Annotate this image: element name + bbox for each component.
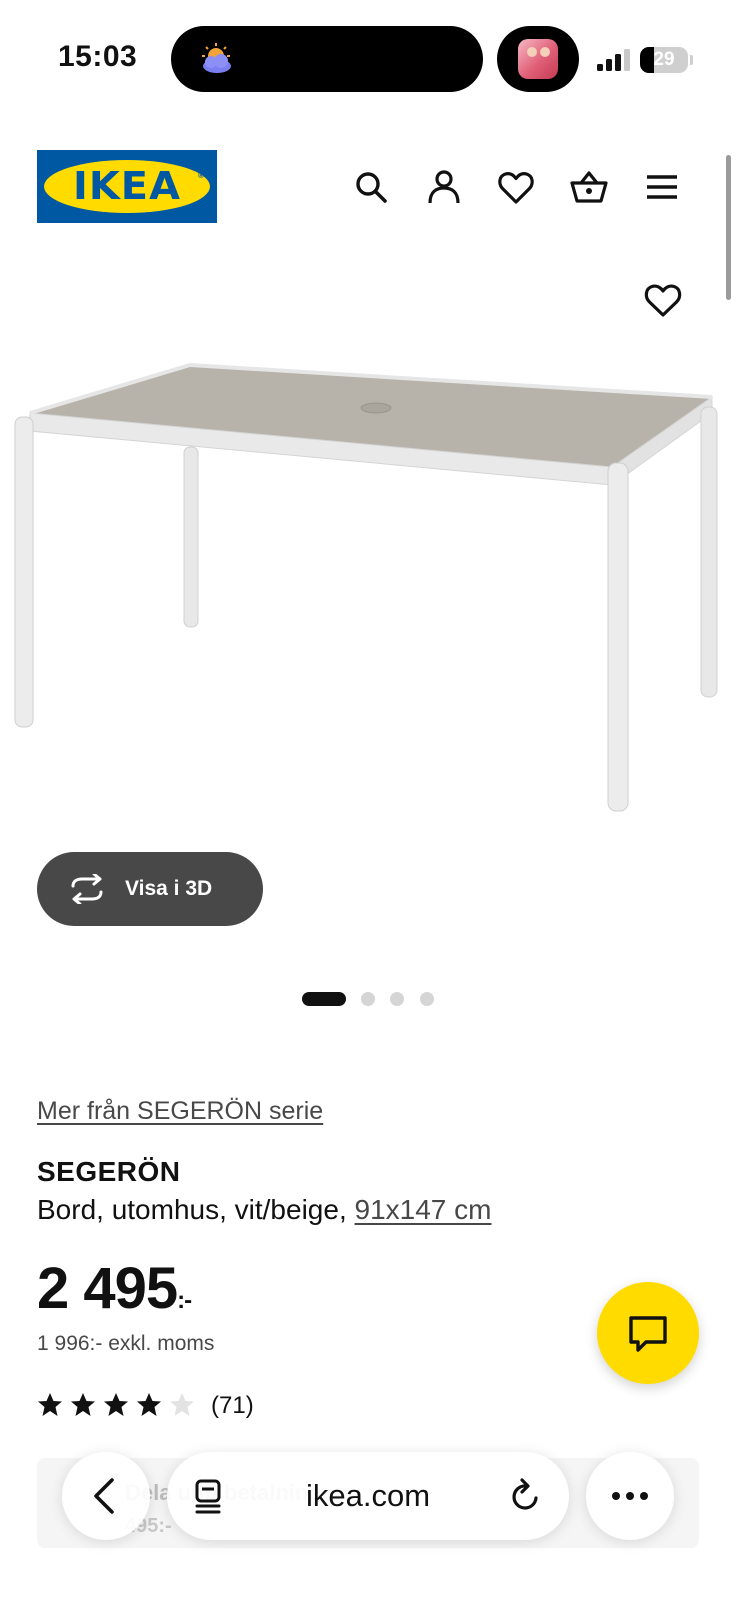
search-icon [356, 172, 387, 203]
star-icon [104, 1393, 128, 1416]
price-amount: 2 495 [37, 1256, 178, 1321]
registered-mark: ® [198, 171, 204, 180]
gallery-dot-1[interactable] [302, 992, 346, 1006]
product-rating[interactable]: (71) [37, 1392, 297, 1420]
address-bar[interactable]: ikea.com [167, 1452, 569, 1540]
search-button[interactable] [352, 168, 390, 206]
save-to-favorites-button[interactable] [643, 280, 683, 320]
avatar [518, 39, 558, 79]
ikea-logo[interactable]: IKEA ® [37, 150, 217, 223]
chevron-left-icon [94, 1478, 114, 1514]
more-options-button[interactable] [586, 1452, 674, 1540]
hamburger-menu-icon [647, 175, 677, 199]
account-icon [428, 170, 460, 204]
logo-text: IKEA [72, 164, 182, 208]
battery-cap [690, 55, 693, 65]
gallery-dot-3[interactable] [390, 992, 404, 1006]
weather-night-cloud-icon [202, 43, 231, 73]
gallery-dot-2[interactable] [361, 992, 375, 1006]
favorites-button[interactable] [497, 168, 535, 206]
heart-icon [498, 172, 534, 204]
size-link[interactable]: 91x147 cm [355, 1194, 492, 1225]
status-bar: 15:03 29 [0, 0, 736, 110]
star-icon [38, 1393, 62, 1416]
product-name: SEGERÖN [37, 1156, 181, 1187]
heart-icon [644, 284, 682, 317]
product-description: Bord, utomhus, vit/beige, 91x147 cm [37, 1194, 491, 1226]
clock: 15:03 [58, 40, 138, 73]
ellipsis-icon [612, 1492, 648, 1500]
menu-button[interactable] [643, 168, 681, 206]
back-button[interactable] [62, 1452, 150, 1540]
shopping-basket-icon [570, 171, 608, 203]
live-activity-avatar[interactable] [497, 26, 579, 92]
product-price: 2 495:- [37, 1255, 192, 1322]
dynamic-island[interactable] [171, 26, 483, 92]
account-button[interactable] [425, 168, 463, 206]
view-in-3d-button[interactable]: Visa i 3D [37, 852, 263, 926]
product-description-text: Bord, utomhus, vit/beige, [37, 1194, 355, 1225]
gallery-dot-4[interactable] [420, 992, 434, 1006]
browser-toolbar: ikea.com [0, 1452, 736, 1542]
series-link[interactable]: Mer från SEGERÖN serie [37, 1097, 323, 1126]
price-excluding-vat: 1 996:- exkl. moms [37, 1332, 215, 1355]
star-icon [71, 1393, 95, 1416]
page-scrollbar[interactable] [726, 155, 731, 300]
cellular-signal-icon [597, 49, 630, 71]
star-icon [137, 1393, 161, 1416]
product-image-outdoor-table[interactable] [0, 345, 736, 835]
view-in-3d-label: Visa i 3D [125, 877, 213, 900]
rotate-3d-icon [71, 874, 103, 904]
site-header: IKEA ® [0, 150, 736, 224]
review-count: (71) [211, 1392, 254, 1419]
cart-button[interactable] [570, 168, 608, 206]
reload-icon[interactable] [509, 1478, 543, 1514]
star-empty-icon [170, 1393, 194, 1416]
battery-icon: 29 [640, 47, 688, 73]
price-suffix: :- [177, 1287, 192, 1314]
chat-button[interactable] [597, 1282, 699, 1384]
battery-percentage: 29 [653, 49, 675, 70]
chat-bubble-icon [629, 1316, 667, 1352]
